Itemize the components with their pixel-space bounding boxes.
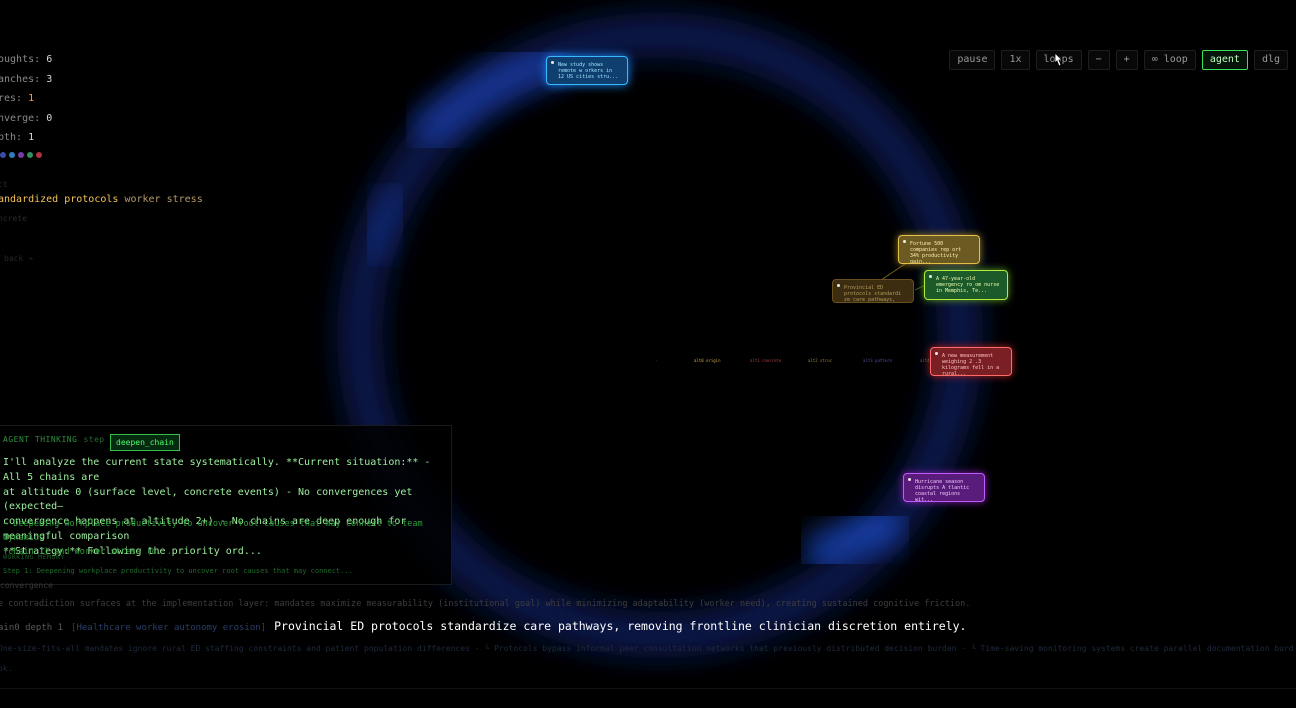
chain-id: ain0 depth 1 bbox=[0, 623, 64, 633]
toolbar: pause 1x loops − + ∞ loop agent dlg bbox=[949, 50, 1288, 70]
altitude-label: alt0 origin bbox=[694, 358, 721, 363]
chain-main-text: Provincial ED protocols standardize care… bbox=[274, 619, 967, 633]
faint-label: ncrete bbox=[0, 214, 27, 223]
chain-dot bbox=[27, 152, 33, 158]
mouse-cursor-icon bbox=[1054, 52, 1063, 67]
agent-action-text: → Deepening workplace productivity to un… bbox=[3, 519, 423, 557]
topic-secondary: worker stress bbox=[124, 194, 203, 205]
stat-value: 6 bbox=[46, 54, 53, 65]
thought-node[interactable]: Provincial ED protocols standardi ze car… bbox=[832, 279, 914, 303]
stat-label: nverge: bbox=[0, 112, 41, 124]
chain-color-dots bbox=[0, 152, 42, 158]
thought-node[interactable]: New study shows remote w orkers in 12 US… bbox=[546, 56, 628, 85]
altitude-label: alt1 concrete bbox=[750, 358, 782, 363]
dialog-button[interactable]: dlg bbox=[1253, 50, 1288, 70]
speed-button[interactable]: 1x bbox=[1001, 50, 1030, 70]
stat-label: oughts: bbox=[0, 54, 41, 65]
stat-row: oughts: 6 bbox=[0, 50, 52, 70]
altitude-label: · bbox=[655, 358, 658, 363]
stat-row: res: 1 bbox=[0, 89, 52, 109]
altitude-label: alt2 struc bbox=[808, 358, 833, 363]
topic-primary: andardized protocols bbox=[0, 194, 119, 205]
agent-thinking-panel: AGENT THINKING step 1 deepen_chain I'll a… bbox=[0, 425, 452, 585]
working-memory-text: Step 1: Deepening workplace productivity… bbox=[3, 567, 353, 575]
action-badge: deepen_chain bbox=[110, 434, 180, 451]
thought-node[interactable]: A new measurement weighing 2 .3 kilogram… bbox=[930, 347, 1012, 376]
divider bbox=[0, 688, 1296, 689]
chain-tag: [Healthcare worker autonomy erosion] bbox=[71, 623, 267, 633]
chain-detail: ain0 depth 1 [Healthcare worker autonomy … bbox=[0, 619, 966, 633]
stat-value: 1 bbox=[28, 132, 35, 144]
contradiction-text: e contradiction surfaces at the implemen… bbox=[0, 599, 971, 609]
stat-value: 0 bbox=[46, 112, 53, 124]
pause-button[interactable]: pause bbox=[949, 50, 996, 70]
chain-sub-branches: One-size-fits-all mandates ignore rural … bbox=[0, 644, 1294, 653]
stat-row: pth: 1 bbox=[0, 128, 52, 148]
plus-button[interactable]: + bbox=[1115, 50, 1138, 70]
stat-row: anches: 3 bbox=[0, 70, 52, 90]
stat-label: res: bbox=[0, 93, 23, 105]
altitude-label: alt3 pattern bbox=[863, 358, 892, 363]
topic-line[interactable]: andardized protocols worker stress bbox=[0, 194, 203, 205]
agent-panel-title: AGENT THINKING bbox=[3, 435, 78, 444]
chain-dot bbox=[0, 152, 6, 158]
chain-dot bbox=[36, 152, 42, 158]
working-memory-label: WORKING MEMORY bbox=[3, 553, 65, 561]
thought-node[interactable]: A 47-year-old emergency ro om nurse in M… bbox=[924, 270, 1008, 300]
stat-value: 3 bbox=[46, 73, 53, 85]
thought-node[interactable]: Fortune 500 companies rep ort 34% produc… bbox=[898, 235, 980, 264]
chain-dot bbox=[18, 152, 24, 158]
stat-label: pth: bbox=[0, 132, 23, 144]
chain-tail-text: ok. bbox=[0, 664, 13, 673]
stat-value: 1 bbox=[28, 93, 35, 105]
minus-button[interactable]: − bbox=[1087, 50, 1110, 70]
chain-dot bbox=[9, 152, 15, 158]
faint-label: ct bbox=[0, 180, 8, 189]
stats-panel: oughts: 6 anches: 3 res: 1 nverge: 0 pth… bbox=[0, 50, 52, 148]
thought-node[interactable]: Hurricane season disrupts A tlantic coas… bbox=[903, 473, 985, 502]
agent-button[interactable]: agent bbox=[1201, 50, 1248, 70]
altitude-label: alt4 bbox=[920, 358, 930, 363]
stat-label: anches: bbox=[0, 73, 41, 85]
convergence-label: convergence bbox=[0, 581, 53, 590]
back-link[interactable]: back → bbox=[4, 254, 33, 263]
stat-row: nverge: 0 bbox=[0, 109, 52, 129]
agent-panel-header: AGENT THINKING step 1 bbox=[3, 435, 115, 444]
infinite-loop-button[interactable]: ∞ loop bbox=[1143, 50, 1196, 70]
